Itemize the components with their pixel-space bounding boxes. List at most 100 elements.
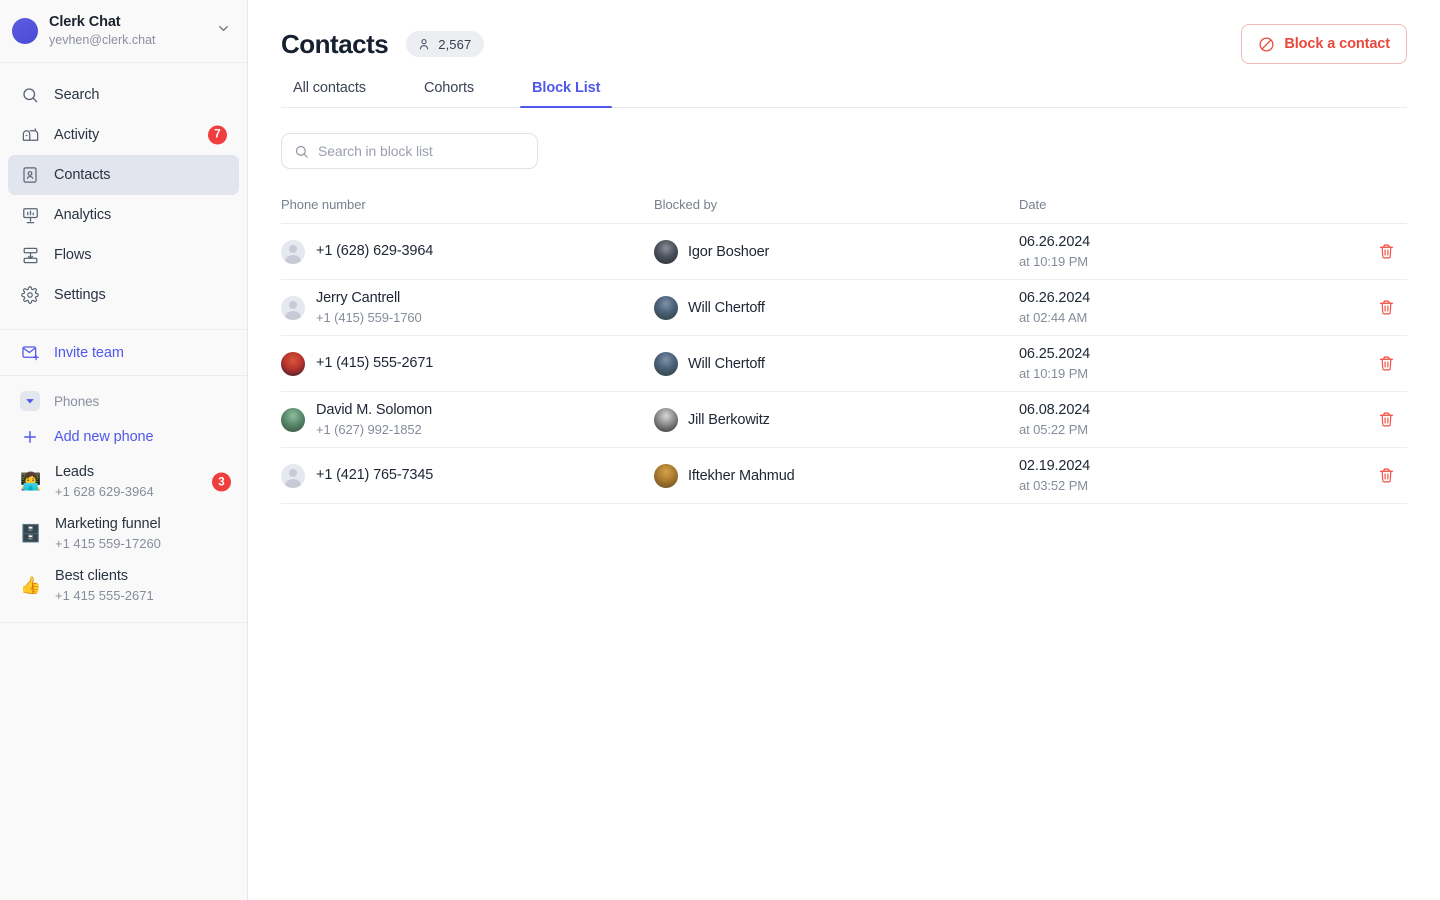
contact-avatar <box>281 295 305 320</box>
search-area <box>248 108 1440 169</box>
sidebar-item-label: Analytics <box>54 207 112 223</box>
contact-text: David M. Solomon +1 (627) 992-1852 <box>316 401 432 439</box>
blocked-by-avatar <box>654 407 678 432</box>
block-date: 06.26.2024 <box>1019 233 1091 250</box>
table-row[interactable]: +1 (415) 555-2671 Will Chertoff 06.25.20… <box>281 336 1407 392</box>
contact-primary: David M. Solomon <box>316 401 433 418</box>
sidebar-item-label: Contacts <box>54 167 111 183</box>
table-row[interactable]: David M. Solomon +1 (627) 992-1852 Jill … <box>281 392 1407 448</box>
phones-section-toggle[interactable]: Phones <box>0 384 247 418</box>
cell-date: 06.25.2024 at 10:19 PM <box>1019 345 1367 383</box>
block-list-table: Phone number Blocked by Date +1 (628) 62… <box>281 197 1407 504</box>
cell-actions <box>1367 243 1407 260</box>
contact-avatar <box>281 351 305 376</box>
leads-badge: 3 <box>212 472 231 492</box>
sidebar-empty-space <box>0 623 247 900</box>
phones-section: Phones Add new phone 👩‍💻 Leads +1 628 62… <box>0 376 247 622</box>
cell-blocked-by: Igor Boshoer <box>654 239 1019 264</box>
contact-card-icon <box>20 165 40 185</box>
phone-item-leads[interactable]: 👩‍💻 Leads +1 628 629-3964 3 <box>0 456 247 508</box>
block-time: at 02:44 AM <box>1019 309 1088 325</box>
page-title: Contacts <box>281 29 389 59</box>
flow-icon <box>20 245 40 265</box>
trash-icon[interactable] <box>1378 411 1395 428</box>
cell-blocked-by: Will Chertoff <box>654 295 1019 320</box>
blocked-by-name: Will Chertoff <box>688 355 765 372</box>
block-date: 02.19.2024 <box>1019 457 1091 474</box>
activity-badge: 7 <box>208 125 227 145</box>
phone-item-number: +1 628 629-3964 <box>55 484 154 499</box>
sidebar-item-settings[interactable]: Settings <box>8 275 239 315</box>
sidebar-item-label: Flows <box>54 247 92 263</box>
cell-blocked-by: Will Chertoff <box>654 351 1019 376</box>
contact-text: Jerry Cantrell +1 (415) 559-1760 <box>316 289 422 327</box>
column-header-blocked-by: Blocked by <box>654 197 718 212</box>
table-header-row: Phone number Blocked by Date <box>281 197 1407 224</box>
person-icon <box>417 37 431 51</box>
contact-text: +1 (421) 765-7345 <box>316 466 433 485</box>
trash-icon[interactable] <box>1378 243 1395 260</box>
block-icon <box>1258 36 1275 53</box>
block-date: 06.08.2024 <box>1019 401 1091 418</box>
tab-all-contacts[interactable]: All contacts <box>281 80 378 107</box>
contacts-count-value: 2,567 <box>438 36 472 52</box>
contact-secondary: +1 (627) 992-1852 <box>316 421 422 437</box>
block-a-contact-button[interactable]: Block a contact <box>1241 24 1407 64</box>
sidebar-item-label: Activity <box>54 127 100 143</box>
tab-cohorts[interactable]: Cohorts <box>412 80 486 107</box>
block-a-contact-label: Block a contact <box>1284 36 1390 52</box>
contact-avatar <box>281 407 305 432</box>
cell-date: 06.26.2024 at 10:19 PM <box>1019 233 1367 271</box>
trash-icon[interactable] <box>1378 467 1395 484</box>
blocked-by-name: Will Chertoff <box>688 299 765 316</box>
trash-icon[interactable] <box>1378 355 1395 372</box>
tab-block-list[interactable]: Block List <box>520 80 613 108</box>
contact-text: +1 (628) 629-3964 <box>316 242 433 261</box>
account-switcher[interactable]: Clerk Chat yevhen@clerk.chat <box>0 0 247 63</box>
table-row[interactable]: Jerry Cantrell +1 (415) 559-1760 Will Ch… <box>281 280 1407 336</box>
gear-icon <box>20 285 40 305</box>
phone-item-name: Best clients <box>55 568 128 584</box>
search-box[interactable] <box>281 133 538 169</box>
block-date: 06.25.2024 <box>1019 345 1091 362</box>
phone-item-text: Leads +1 628 629-3964 <box>55 463 227 501</box>
cell-phone-number: +1 (628) 629-3964 <box>281 239 654 264</box>
sidebar-item-flows[interactable]: Flows <box>8 235 239 275</box>
blocked-by-name: Iftekher Mahmud <box>688 467 795 484</box>
block-date: 06.26.2024 <box>1019 289 1091 306</box>
block-time: at 05:22 PM <box>1019 421 1088 437</box>
caret-down-icon <box>20 391 40 411</box>
sidebar-item-label: Search <box>54 87 100 103</box>
phone-item-number: +1 415 555-2671 <box>55 588 154 603</box>
contacts-tabs: All contacts Cohorts Block List <box>281 80 1407 108</box>
column-header-phone-number: Phone number <box>281 197 366 212</box>
contact-secondary: +1 (415) 559-1760 <box>316 309 422 325</box>
add-new-phone-button[interactable]: Add new phone <box>0 418 247 456</box>
cell-phone-number: David M. Solomon +1 (627) 992-1852 <box>281 401 654 439</box>
person-at-laptop-emoji-icon: 👩‍💻 <box>20 472 42 491</box>
sidebar-item-activity[interactable]: Activity 7 <box>8 115 239 155</box>
table-row[interactable]: +1 (421) 765-7345 Iftekher Mahmud 02.19.… <box>281 448 1407 504</box>
phone-item-best-clients[interactable]: 👍 Best clients +1 415 555-2671 <box>0 560 247 612</box>
account-text: Clerk Chat yevhen@clerk.chat <box>49 14 205 48</box>
add-new-phone-label: Add new phone <box>54 429 154 445</box>
sidebar-item-search[interactable]: Search <box>8 75 239 115</box>
search-icon <box>294 144 309 159</box>
invite-team-button[interactable]: Invite team <box>0 330 247 376</box>
block-time: at 10:19 PM <box>1019 365 1088 381</box>
cell-actions <box>1367 411 1407 428</box>
contacts-count-badge: 2,567 <box>406 31 485 57</box>
search-input[interactable] <box>318 143 525 159</box>
table-row[interactable]: +1 (628) 629-3964 Igor Boshoer 06.26.202… <box>281 224 1407 280</box>
cell-date: 06.08.2024 at 05:22 PM <box>1019 401 1367 439</box>
blocked-by-avatar <box>654 463 678 488</box>
block-time: at 03:52 PM <box>1019 477 1088 493</box>
phone-item-marketing-funnel[interactable]: 🗄️ Marketing funnel +1 415 559-17260 <box>0 508 247 560</box>
trash-icon[interactable] <box>1378 299 1395 316</box>
sidebar-item-contacts[interactable]: Contacts <box>8 155 239 195</box>
account-name: Clerk Chat <box>49 14 121 30</box>
contact-avatar <box>281 239 305 264</box>
chevron-down-icon[interactable] <box>216 21 231 41</box>
plus-icon <box>20 427 40 447</box>
sidebar-item-analytics[interactable]: Analytics <box>8 195 239 235</box>
